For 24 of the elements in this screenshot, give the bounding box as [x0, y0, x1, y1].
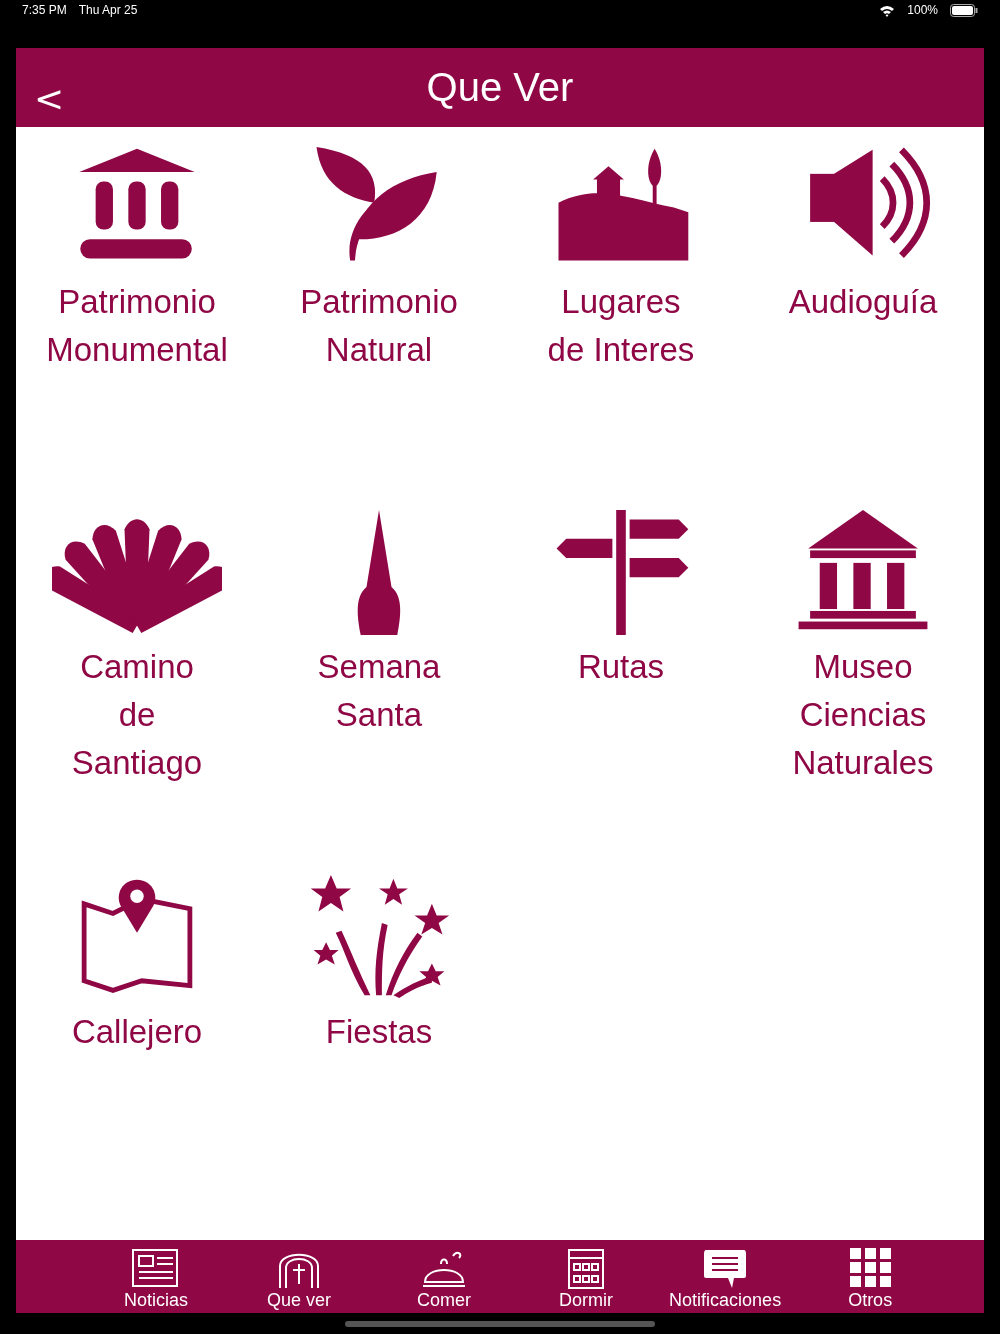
tab-item[interactable]: Noticias [116, 1240, 197, 1313]
tile-label[interactable]: Audioguía [788, 278, 938, 326]
tab-item[interactable]: Notificaciones [661, 1240, 790, 1313]
tile-label[interactable]: Semana Santa [317, 643, 441, 739]
back-button[interactable]: < [34, 78, 65, 119]
tab-item[interactable]: Dormir [551, 1240, 622, 1313]
tab-item[interactable]: Comer [409, 1240, 480, 1313]
tab-item[interactable]: Que ver [259, 1240, 340, 1313]
battery-icon [950, 4, 978, 17]
tile-label[interactable]: Museo Ciencias Naturales [792, 643, 934, 787]
status-time: 7:35 PM [22, 3, 67, 17]
page-title: Que Ver [426, 65, 574, 110]
battery-percent: 100% [907, 3, 938, 17]
tile-label[interactable]: Lugares de Interes [547, 278, 695, 374]
tile-label[interactable]: Rutas [577, 643, 665, 691]
tile-label[interactable]: Patrimonio Natural [300, 278, 458, 374]
news-icon [131, 1246, 181, 1290]
tile-label[interactable]: Camino de Santiago [71, 643, 203, 787]
tile-label[interactable]: Patrimonio Monumental [46, 278, 228, 374]
wifi-icon [879, 5, 896, 17]
status-date: Thu Apr 25 [78, 3, 138, 17]
tab-item[interactable]: Otros [837, 1240, 904, 1313]
tile-label[interactable]: Callejero [71, 1008, 203, 1056]
tile-label[interactable]: Fiestas [325, 1008, 433, 1056]
